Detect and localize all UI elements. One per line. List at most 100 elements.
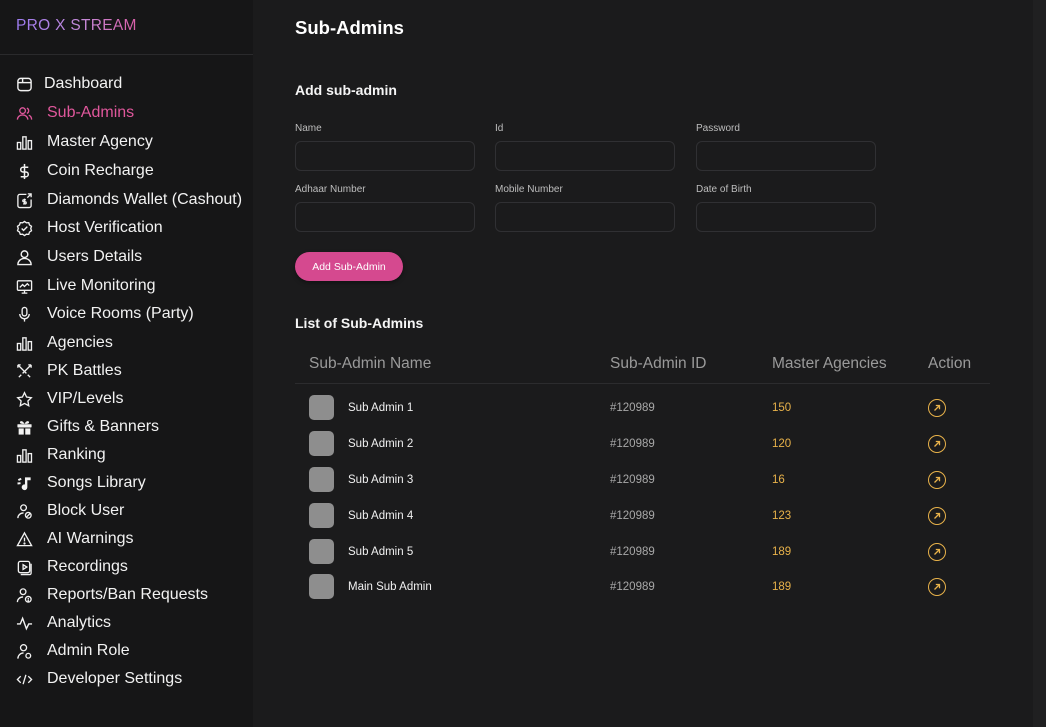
mobile-number-label: Mobile Number	[495, 184, 563, 195]
table-row: Sub Admin 3 #120989 16	[295, 467, 990, 493]
table-row: Sub Admin 1 #120989 150	[295, 395, 990, 421]
sidebar-item-recordings[interactable]: Recordings	[0, 554, 253, 580]
avatar	[309, 395, 334, 420]
mobile-number-field[interactable]	[495, 202, 675, 232]
password-label: Password	[696, 123, 740, 134]
column-header-action: Action	[928, 355, 972, 372]
column-header-master-agencies: Master Agencies	[772, 355, 887, 372]
sidebar-item-label: Host Verification	[47, 219, 163, 236]
sidebar-item-voice-rooms[interactable]: Voice Rooms (Party)	[0, 301, 253, 327]
bar-chart-icon	[15, 446, 33, 464]
name-field[interactable]	[295, 141, 475, 171]
sidebar-item-diamonds-wallet[interactable]: Diamonds Wallet (Cashout)	[0, 187, 253, 213]
user-icon	[15, 248, 33, 266]
sidebar-item-admin-role[interactable]: Admin Role	[0, 638, 253, 664]
sidebar-item-host-verification[interactable]: Host Verification	[0, 215, 253, 241]
sidebar-item-label: Recordings	[47, 558, 128, 575]
sidebar-item-label: Coin Recharge	[47, 162, 154, 179]
date-of-birth-label: Date of Birth	[696, 184, 752, 195]
sub-admin-name: Sub Admin 2	[348, 438, 414, 450]
bar-chart-icon	[15, 133, 33, 151]
dollar-icon	[15, 162, 33, 180]
avatar	[309, 574, 334, 599]
sidebar-item-songs-library[interactable]: Songs Library	[0, 470, 253, 496]
table-row: Sub Admin 5 #120989 189	[295, 539, 990, 565]
sub-admin-id: #120989	[610, 546, 655, 558]
sidebar-item-label: Master Agency	[47, 133, 153, 150]
gift-icon	[15, 418, 33, 436]
table-header-divider	[295, 383, 990, 384]
sub-admin-name: Sub Admin 1	[348, 402, 414, 414]
sidebar-item-ranking[interactable]: Ranking	[0, 442, 253, 468]
sidebar-item-developer-settings[interactable]: Developer Settings	[0, 666, 253, 692]
scrollbar[interactable]	[1033, 0, 1046, 727]
arrow-up-right-icon[interactable]	[928, 471, 946, 489]
sidebar-item-label: Analytics	[47, 614, 112, 631]
table-row: Sub Admin 4 #120989 123	[295, 503, 990, 529]
list-title: List of Sub-Admins	[295, 315, 424, 331]
table-row: Sub Admin 2 #120989 120	[295, 431, 990, 457]
admin-user-icon	[15, 642, 33, 660]
password-field[interactable]	[696, 141, 876, 171]
page-title: Sub-Admins	[295, 17, 404, 38]
app: PRO X STREAM Dashboard Sub-Admins Master…	[0, 0, 1046, 727]
sidebar-item-vip-levels[interactable]: VIP/Levels	[0, 386, 253, 412]
sidebar-item-label: Songs Library	[47, 474, 146, 491]
arrow-up-right-icon[interactable]	[928, 507, 946, 525]
wallet-icon	[15, 191, 33, 209]
sidebar-item-label: Admin Role	[47, 642, 130, 659]
id-field[interactable]	[495, 141, 675, 171]
adhaar-number-label: Adhaar Number	[295, 184, 366, 195]
sidebar-item-label: AI Warnings	[47, 530, 134, 547]
master-agencies-count: 120	[772, 438, 792, 450]
sidebar-item-pk-battles[interactable]: PK Battles	[0, 358, 253, 384]
column-header-name: Sub-Admin Name	[309, 355, 432, 372]
dashboard-icon	[15, 75, 33, 93]
avatar	[309, 539, 334, 564]
sidebar-item-block-user[interactable]: Block User	[0, 498, 253, 524]
arrow-up-right-icon[interactable]	[928, 578, 946, 596]
arrow-up-right-icon[interactable]	[928, 435, 946, 453]
sub-admin-name: Sub Admin 5	[348, 546, 414, 558]
sub-admin-id: #120989	[610, 581, 655, 593]
column-header-id: Sub-Admin ID	[610, 355, 707, 372]
arrow-up-right-icon[interactable]	[928, 399, 946, 417]
main-content: Sub-Admins Add sub-admin Name Id Passwor…	[253, 0, 1033, 727]
star-icon	[15, 390, 33, 408]
sidebar-item-users-details[interactable]: Users Details	[0, 244, 253, 270]
sub-admin-id: #120989	[610, 510, 655, 522]
sidebar-item-label: Diamonds Wallet (Cashout)	[47, 191, 243, 208]
sidebar-item-coin-recharge[interactable]: Coin Recharge	[0, 158, 253, 184]
sidebar-item-label: PK Battles	[47, 362, 122, 379]
sidebar-item-label: Agencies	[47, 334, 113, 351]
sidebar-item-master-agency[interactable]: Master Agency	[0, 129, 253, 155]
sub-admin-id: #120989	[610, 474, 655, 486]
sidebar-item-label: Live Monitoring	[47, 277, 156, 294]
monitor-icon	[15, 277, 33, 295]
master-agencies-count: 16	[772, 474, 785, 486]
sub-admin-name: Sub Admin 3	[348, 474, 414, 486]
sub-admin-id: #120989	[610, 438, 655, 450]
report-user-icon	[15, 586, 33, 604]
sidebar-item-live-monitoring[interactable]: Live Monitoring	[0, 273, 253, 299]
sidebar-item-label: Developer Settings	[47, 670, 183, 687]
date-of-birth-field[interactable]	[696, 202, 876, 232]
name-label: Name	[295, 123, 322, 134]
table-row: Main Sub Admin #120989 189	[295, 574, 990, 600]
arrow-up-right-icon[interactable]	[928, 543, 946, 561]
sidebar-item-reports-ban-requests[interactable]: Reports/Ban Requests	[0, 582, 253, 608]
master-agencies-count: 123	[772, 510, 792, 522]
sidebar-item-label: Gifts & Banners	[47, 418, 160, 435]
block-user-icon	[15, 502, 33, 520]
sidebar-item-gifts-banners[interactable]: Gifts & Banners	[0, 414, 253, 440]
adhaar-number-field[interactable]	[295, 202, 475, 232]
sidebar-item-ai-warnings[interactable]: AI Warnings	[0, 526, 253, 552]
avatar	[309, 503, 334, 528]
crossed-swords-icon	[15, 362, 33, 380]
sub-admin-id: #120989	[610, 402, 655, 414]
sidebar-item-agencies[interactable]: Agencies	[0, 330, 253, 356]
sidebar-item-analytics[interactable]: Analytics	[0, 610, 253, 636]
add-sub-admin-button[interactable]: Add Sub-Admin	[295, 252, 403, 281]
sidebar-item-sub-admins[interactable]: Sub-Admins	[0, 100, 253, 126]
sidebar-item-dashboard[interactable]: Dashboard	[0, 71, 253, 97]
